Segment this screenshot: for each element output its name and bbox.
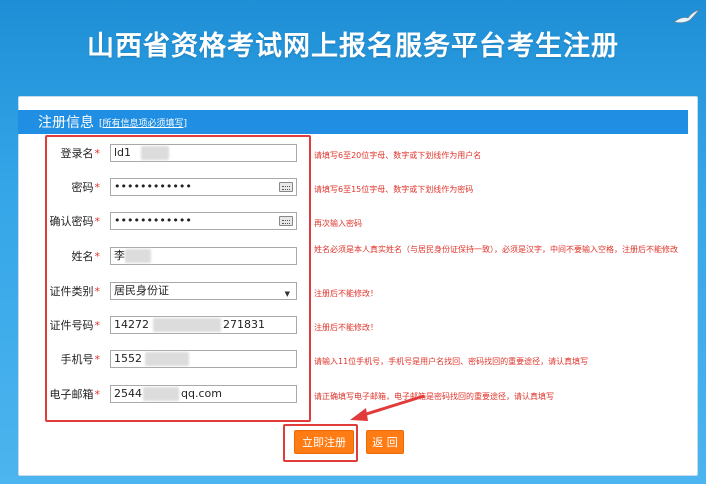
bird-icon (673, 9, 700, 23)
password-hint: 请填写6至15位字母、数字或下划线作为密码 (314, 185, 474, 194)
section-note: [所有信息项必须填写] (99, 118, 188, 129)
section-header: 注册信息 [所有信息项必须填写] (18, 110, 688, 134)
id-type-hint: 注册后不能修改！ (314, 289, 378, 298)
annotation-highlight-form (45, 135, 311, 422)
back-button[interactable]: 返 回 (366, 430, 404, 454)
id-number-hint: 注册后不能修改！ (314, 323, 378, 332)
confirm-password-hint: 再次输入密码 (314, 219, 362, 228)
section-title: 注册信息 (38, 115, 94, 131)
annotation-arrow-icon (350, 394, 425, 421)
annotation-highlight-button (283, 424, 358, 462)
username-hint: 请填写6至20位字母、数字或下划线作为用户名 (314, 151, 482, 160)
name-hint: 姓名必须是本人真实姓名（与居民身份证保持一致），必须是汉字，中间不要输入空格，注… (314, 245, 678, 254)
page-title: 山西省资格考试网上报名服务平台考生注册 (87, 31, 619, 62)
